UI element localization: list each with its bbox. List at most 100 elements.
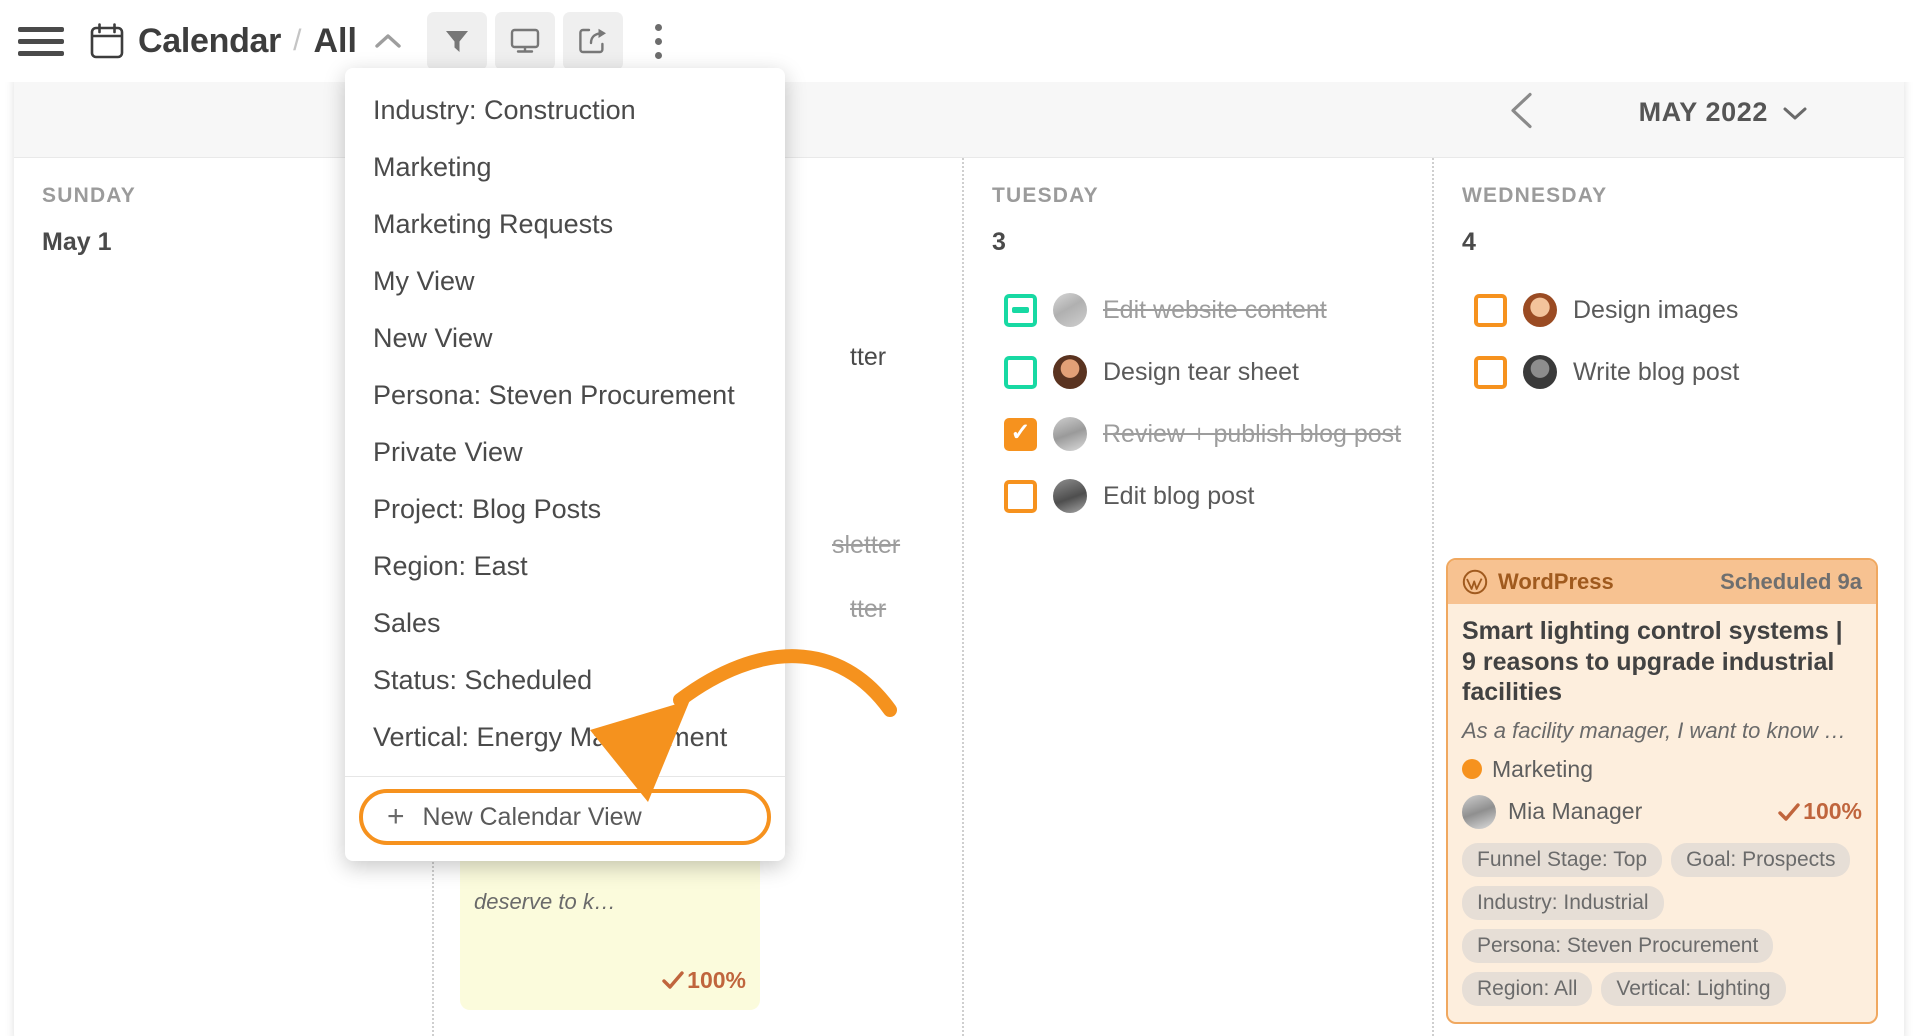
- progress-value: 100%: [1803, 798, 1862, 824]
- display-button[interactable]: [494, 12, 555, 70]
- campaign-label: Marketing: [1492, 755, 1593, 782]
- calendar-icon: [90, 23, 124, 59]
- task-label: Review + publish blog post: [1103, 419, 1402, 448]
- task-row[interactable]: ✓ Review + publish blog post: [992, 403, 1404, 465]
- task-checkbox[interactable]: ✓: [1004, 417, 1037, 451]
- assignee-name: Mia Manager: [1508, 798, 1643, 824]
- kebab-dot: [655, 37, 663, 45]
- avatar: [1523, 293, 1557, 327]
- tag[interactable]: Region: All: [1462, 971, 1593, 1006]
- event-card-body: Smart lighting control systems | 9 reaso…: [1448, 604, 1876, 1022]
- app-root: MAY 2022 SUNDAY May 1 MONDAY 2 tter slet…: [0, 0, 1918, 1036]
- dash-icon: [1012, 307, 1029, 313]
- display-icon: [510, 28, 540, 53]
- task-label: Edit website content: [1103, 295, 1327, 324]
- calendar-panel: MAY 2022 SUNDAY May 1 MONDAY 2 tter slet…: [14, 68, 1904, 1036]
- view-menu-item[interactable]: Status: Scheduled: [345, 652, 785, 709]
- share-button[interactable]: [562, 12, 623, 70]
- view-menu-item[interactable]: Project: Blog Posts: [345, 481, 785, 538]
- task-row[interactable]: Design tear sheet: [992, 341, 1404, 403]
- avatar: [1053, 417, 1087, 451]
- overflow-menu-button[interactable]: [637, 12, 681, 70]
- plus-icon: +: [387, 800, 405, 833]
- view-menu-item[interactable]: My View: [345, 253, 785, 310]
- event-title: Smart lighting control systems | 9 reaso…: [1462, 617, 1843, 706]
- check-icon: ✓: [1010, 418, 1031, 446]
- chevron-down-icon: [1783, 107, 1807, 119]
- task-checkbox[interactable]: [1004, 293, 1037, 327]
- share-icon: [579, 28, 606, 54]
- filter-icon: [445, 31, 468, 52]
- task-checkbox[interactable]: [1474, 355, 1507, 389]
- view-menu-item[interactable]: New View: [345, 310, 785, 367]
- month-selector[interactable]: MAY 2022: [1639, 97, 1808, 128]
- event-schedule: Scheduled 9a: [1720, 569, 1862, 594]
- check-icon: [1778, 802, 1800, 821]
- task-list-wednesday: Design images Write blog post: [1462, 279, 1874, 403]
- occluded-card-text: tter: [850, 595, 887, 623]
- campaign-color-dot: [1462, 759, 1482, 779]
- task-label: Write blog post: [1573, 357, 1740, 386]
- view-dropdown-menu: Industry: Construction Marketing Marketi…: [345, 68, 785, 861]
- event-card-wordpress[interactable]: WordPress Scheduled 9a Smart lighting co…: [1446, 558, 1878, 1024]
- tag[interactable]: Industry: Industrial: [1462, 885, 1664, 920]
- task-checkbox[interactable]: [1004, 355, 1037, 389]
- avatar: [1053, 293, 1087, 327]
- calendar-grid: SUNDAY May 1 MONDAY 2 tter sletter tter …: [14, 158, 1904, 1036]
- wordpress-icon: [1462, 569, 1488, 595]
- view-dropdown-list: Industry: Construction Marketing Marketi…: [345, 68, 785, 776]
- event-subtitle: As a facility manager, I want to know …: [1462, 717, 1846, 743]
- task-checkbox[interactable]: [1004, 479, 1037, 513]
- breadcrumb-current-view[interactable]: All: [313, 22, 356, 61]
- day-column-wednesday: WEDNESDAY 4 Design images Write blog pos…: [1432, 158, 1902, 1036]
- view-menu-item[interactable]: Persona: Steven Procurement: [345, 367, 785, 424]
- tag[interactable]: Goal: Prospects: [1671, 842, 1851, 877]
- new-calendar-view-button[interactable]: + New Calendar View: [359, 789, 771, 845]
- avatar: [1053, 479, 1087, 513]
- view-menu-item[interactable]: Marketing: [345, 139, 785, 196]
- day-of-week-label: TUESDAY: [992, 184, 1099, 207]
- view-menu-item[interactable]: Marketing Requests: [345, 196, 785, 253]
- filter-button[interactable]: [426, 12, 487, 70]
- hamburger-menu-icon[interactable]: [18, 23, 64, 59]
- task-label: Design tear sheet: [1103, 357, 1299, 386]
- chevron-up-icon: [375, 34, 401, 48]
- task-list-tuesday: Edit website content Design tear sheet ✓…: [992, 279, 1404, 527]
- day-number: 3: [992, 228, 1006, 256]
- progress-badge: 100%: [662, 967, 746, 994]
- view-dropdown-toggle[interactable]: [371, 24, 405, 58]
- day-column-tuesday: TUESDAY 3 Edit website content Design te…: [962, 158, 1432, 1036]
- tag[interactable]: Persona: Steven Procurement: [1462, 928, 1774, 963]
- month-label-text: MAY 2022: [1638, 97, 1768, 127]
- task-row[interactable]: Edit website content: [992, 279, 1404, 341]
- task-row[interactable]: Edit blog post: [992, 465, 1404, 527]
- task-label: Design images: [1573, 295, 1739, 324]
- tag-list: Funnel Stage: Top Goal: Prospects Indust…: [1462, 842, 1862, 1006]
- event-subtitle: deserve to k…: [474, 888, 616, 914]
- tag[interactable]: Funnel Stage: Top: [1462, 842, 1663, 877]
- avatar: [1053, 355, 1087, 389]
- view-menu-item[interactable]: Vertical: Energy Management: [345, 709, 785, 766]
- event-card-header: WordPress Scheduled 9a: [1448, 560, 1876, 604]
- task-checkbox[interactable]: [1474, 293, 1507, 327]
- breadcrumb-root[interactable]: Calendar: [138, 22, 281, 61]
- event-progress-row: 100%: [474, 967, 746, 994]
- event-channel: WordPress: [1498, 569, 1614, 594]
- avatar: [1523, 355, 1557, 389]
- view-menu-item[interactable]: Sales: [345, 595, 785, 652]
- campaign-row: Marketing: [1462, 756, 1862, 783]
- kebab-dot: [655, 23, 663, 31]
- view-menu-item[interactable]: Industry: Construction: [345, 82, 785, 139]
- task-label: Edit blog post: [1103, 481, 1255, 510]
- tag[interactable]: Vertical: Lighting: [1601, 971, 1786, 1006]
- task-row[interactable]: Design images: [1462, 279, 1874, 341]
- breadcrumb-separator: /: [293, 24, 302, 57]
- view-menu-item[interactable]: Region: East: [345, 538, 785, 595]
- new-calendar-view-label: New Calendar View: [422, 802, 642, 831]
- progress-badge: 100%: [1778, 798, 1862, 825]
- task-row[interactable]: Write blog post: [1462, 341, 1874, 403]
- view-dropdown-footer: + New Calendar View: [345, 776, 785, 861]
- view-menu-item[interactable]: Private View: [345, 424, 785, 481]
- prev-month-button[interactable]: [1506, 89, 1540, 136]
- day-number: 4: [1462, 228, 1476, 256]
